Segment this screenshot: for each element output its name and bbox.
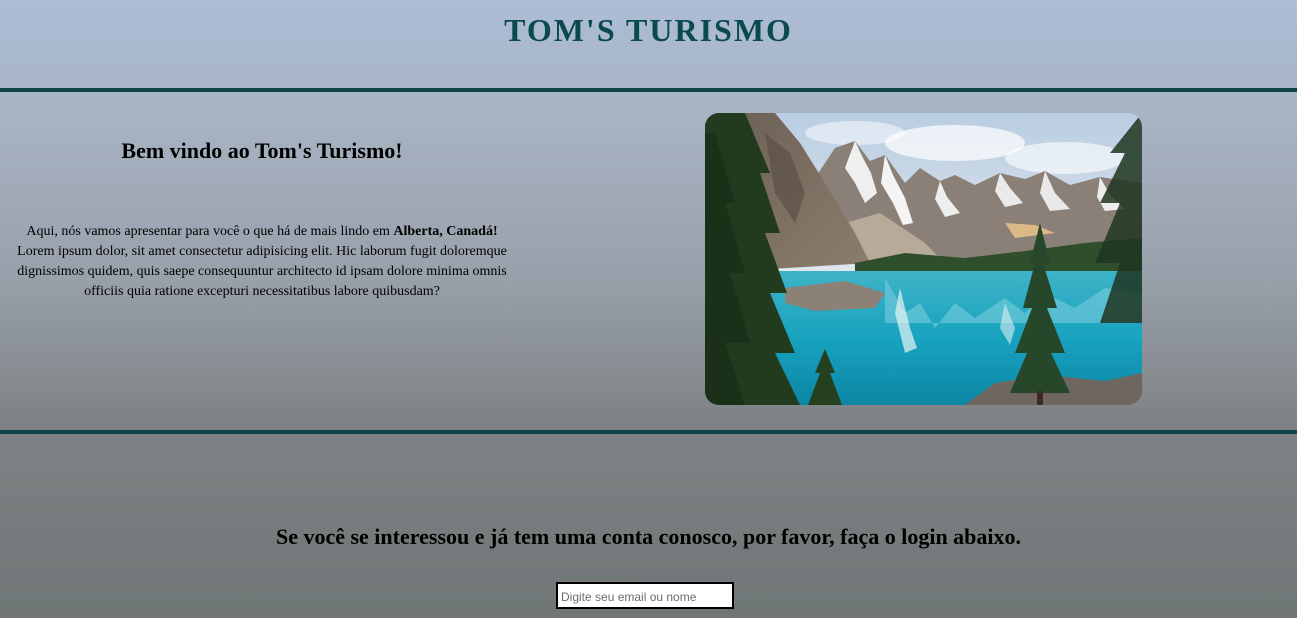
site-header: TOM'S TURISMO [0, 0, 1297, 88]
welcome-text-start: Aqui, nós vamos apresentar para você o q… [26, 224, 394, 239]
lake-mountain-photo [705, 113, 1142, 405]
welcome-text: Aqui, nós vamos apresentar para você o q… [10, 222, 514, 302]
email-or-name-input[interactable] [556, 582, 734, 609]
login-prompt: Se você se interessou e já tem uma conta… [275, 524, 1022, 549]
site-title: TOM'S TURISMO [504, 12, 793, 48]
welcome-text-end: Lorem ipsum dolor, sit amet consectetur … [17, 244, 507, 299]
welcome-heading: Bem vindo ao Tom's Turismo! [121, 138, 403, 163]
welcome-text-highlight: Alberta, Canadá! [393, 224, 498, 239]
